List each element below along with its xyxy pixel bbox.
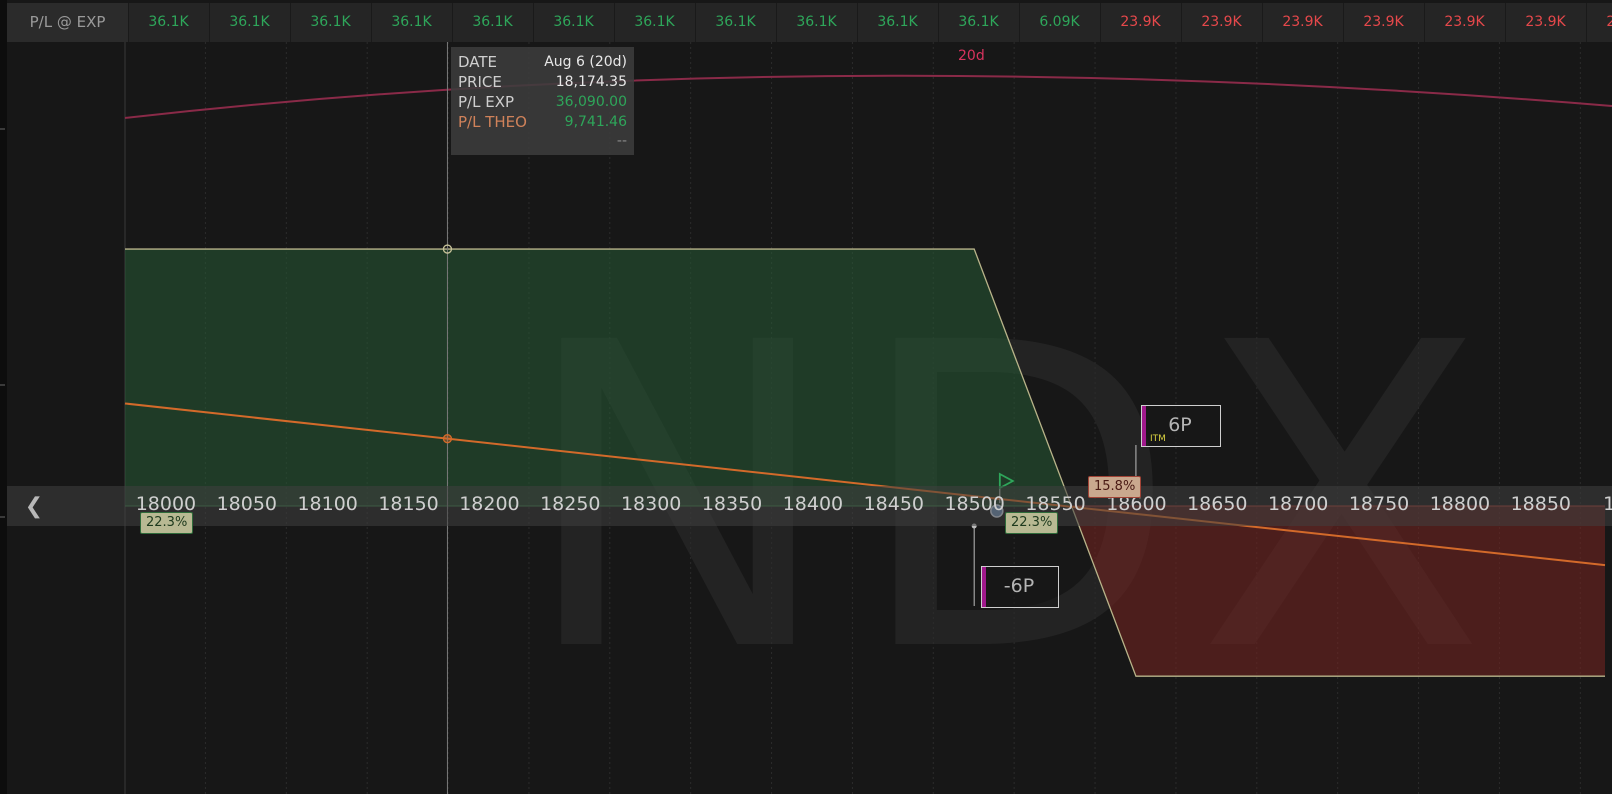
x-tick-label: 18650: [1187, 493, 1248, 515]
tooltip-plexp-value: 36,090.00: [555, 94, 627, 110]
header-cell: 36.1K: [796, 14, 837, 30]
header-separator: [533, 3, 534, 42]
header-cell: 36.1K: [310, 14, 351, 30]
header-cell: 23.9K: [1282, 14, 1323, 30]
header-cell: 36.1K: [391, 14, 432, 30]
probability-badge-left: 22.3%: [140, 512, 194, 534]
date-curve-20d: [124, 74, 1612, 119]
header-cell: 36.1K: [958, 14, 999, 30]
header-separator: [695, 3, 696, 42]
tooltip-extra-value: --: [616, 133, 627, 149]
header-separator: [1424, 3, 1425, 42]
header-cell: 23.9K: [1444, 14, 1485, 30]
gutter-tick: [0, 128, 5, 130]
header-cell: 23.9K: [1606, 14, 1612, 30]
plot-area[interactable]: [7, 0, 1612, 794]
header-separator: [452, 3, 453, 42]
x-tick-label: 18450: [863, 493, 925, 515]
x-tick-label: 18800: [1429, 493, 1491, 515]
header-cell: 36.1K: [229, 14, 270, 30]
short-put-leg-text: -6P: [1003, 575, 1035, 597]
leg-marker: [982, 567, 986, 607]
header-cell: 36.1K: [553, 14, 594, 30]
header-separator: [371, 3, 372, 42]
header-cell: 36.1K: [148, 14, 189, 30]
itm-badge: ITM: [1150, 434, 1166, 444]
pl-areas: [125, 249, 1605, 677]
header-cell: 23.9K: [1201, 14, 1242, 30]
x-tick-label: 18500: [944, 493, 1005, 515]
short-put-leg-label[interactable]: -6P: [981, 566, 1059, 608]
x-tick-label: 18150: [378, 493, 439, 515]
header-separator: [290, 3, 291, 42]
tooltip-price-key: PRICE: [458, 73, 502, 91]
x-tick-label: 18250: [540, 493, 601, 515]
header-separator: [1262, 3, 1263, 42]
x-tick-label: 18100: [297, 493, 358, 515]
tooltip-pltheo-value: 9,741.46: [564, 114, 627, 130]
profit-area: [125, 249, 1072, 507]
header-cell: 36.1K: [877, 14, 918, 30]
loss-area: [1071, 506, 1605, 677]
header-separator: [128, 3, 129, 42]
cursor-tooltip: DATE Aug 6 (20d) PRICE 18,174.35 P/L EXP…: [451, 47, 634, 155]
header-separator: [776, 3, 777, 42]
x-tick-label: 18750: [1348, 493, 1410, 515]
gutter-tick: [0, 384, 5, 386]
leg-marker: [1142, 406, 1146, 446]
header-cell: 36.1K: [715, 14, 756, 30]
header-separator: [1586, 3, 1587, 42]
x-tick-label: 18350: [701, 493, 763, 515]
probability-badge-mid: 22.3%: [1005, 512, 1059, 534]
header-separator: [938, 3, 939, 42]
header-separator: [1019, 3, 1020, 42]
left-gutter: [0, 0, 7, 794]
header-cell: 6.09K: [1039, 14, 1080, 30]
header-separator: [857, 3, 858, 42]
header-cell: 23.9K: [1363, 14, 1404, 30]
x-tick-label: 18200: [459, 493, 520, 515]
probability-badge-right: 15.8%: [1088, 476, 1142, 498]
x-tick-label: 18700: [1267, 493, 1329, 515]
x-tick-label: 18050: [216, 493, 278, 515]
header-separator: [209, 3, 210, 42]
header-cell: 36.1K: [472, 14, 513, 30]
header-separator: [1505, 3, 1506, 42]
gutter-tick: [0, 516, 5, 518]
tooltip-plexp-key: P/L EXP: [458, 93, 515, 111]
x-tick-label: 18400: [782, 493, 844, 515]
x-tick-label: 18850: [1510, 493, 1572, 515]
risk-profile-chart: NDX 180001805018100181501820018250183001…: [0, 0, 1612, 794]
header-cell: 23.9K: [1120, 14, 1161, 30]
tooltip-pltheo-key: P/L THEO: [458, 113, 527, 131]
x-tick-label: 18: [1603, 493, 1612, 515]
long-put-leg-text: 6P: [1168, 414, 1192, 436]
x-tick-label: 18300: [620, 493, 682, 515]
pl-exp-header-label: P/L @ EXP: [7, 3, 128, 42]
header-separator: [1100, 3, 1101, 42]
long-put-leg-label[interactable]: 6P ITM: [1141, 405, 1221, 447]
header-separator: [614, 3, 615, 42]
scroll-left-button[interactable]: ❮: [22, 495, 46, 519]
cursor-point-theo: [442, 434, 453, 444]
tooltip-date-value: Aug 6 (20d): [544, 54, 627, 70]
header-cell: 23.9K: [1525, 14, 1566, 30]
header-separator: [1343, 3, 1344, 42]
tooltip-date-key: DATE: [458, 53, 498, 71]
header-cell: 36.1K: [634, 14, 675, 30]
tooltip-price-value: 18,174.35: [555, 74, 627, 90]
date-curve-label: 20d: [958, 48, 985, 64]
header-separator: [1181, 3, 1182, 42]
